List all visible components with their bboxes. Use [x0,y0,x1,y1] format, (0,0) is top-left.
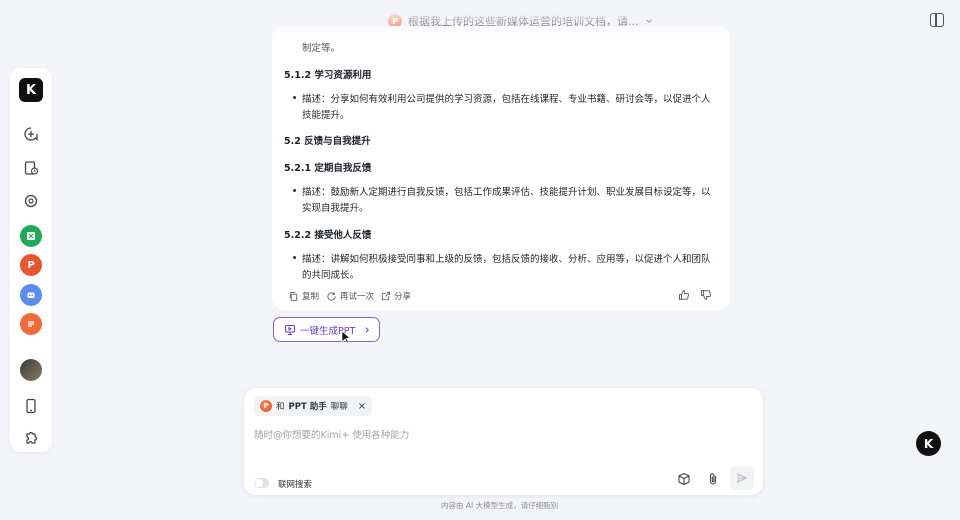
cube-icon[interactable] [675,470,693,488]
refresh-icon [327,291,336,301]
dislike-button[interactable] [700,289,712,301]
bullet-text: 描述：分享如何有效利用公司提供的学习资源，包括在线课程、专业书籍、研讨会等，以促… [293,91,711,105]
chip-suffix: 聊聊 [330,402,348,412]
notes-app-icon[interactable] [20,313,42,335]
side-panel-toggle-icon[interactable] [930,13,944,27]
share-label: 分享 [394,292,412,302]
chip-prefix: 和 [276,402,285,412]
chip-name: PPT 助手 [288,402,327,412]
chevron-down-icon [645,19,652,23]
presentation-icon [285,324,295,335]
sidebar: K P [10,68,52,452]
message-text-truncated: 制定等。 [302,43,341,54]
share-icon [381,291,391,300]
ppt-app-icon: P [260,400,272,412]
thumbs-up-icon [679,289,690,300]
retry-label: 再试一次 [340,292,375,302]
heading-5-2: 5.2 反馈与自我提升 [284,136,371,147]
kimi-floating-button[interactable]: K [916,431,941,456]
heading-5-2-1: 5.2.1 定期自我反馈 [284,163,372,174]
generate-ppt-button[interactable]: 一键生成PPT [273,317,380,342]
send-icon [736,473,748,483]
close-icon[interactable]: × [358,401,366,412]
assistant-message: 制定等。 5.1.2 学习资源利用 描述：分享如何有效利用公司提供的学习资源，包… [272,26,730,310]
send-button[interactable] [730,466,754,490]
bullet-text: 描述：鼓励新人定期进行自我反馈，包括工作成果评估、技能提升计划、职业发展目标设定… [293,184,711,198]
assistant-chip[interactable]: P 和 PPT 助手 聊聊 × [254,396,373,416]
kimi-logo[interactable]: K [19,78,43,102]
bullet-text-cont: 的共同成长。 [302,270,360,281]
ai-disclaimer: 内容由 AI 大模型生成，请仔细甄别 [441,501,559,510]
new-chat-icon[interactable] [20,123,42,145]
heading-5-1-2: 5.1.2 学习资源利用 [284,70,372,81]
ppt-app-icon[interactable]: P [20,254,42,276]
apps-icon[interactable] [20,190,42,212]
plugin-icon[interactable] [20,426,42,448]
web-search-label: 联网搜索 [278,480,313,490]
chat-input-box[interactable]: P 和 PPT 助手 聊聊 × 随时@你想要的Kimi+ 使用各种能力 联网搜索 [244,388,763,495]
copy-button[interactable]: 复制 [288,290,319,302]
mouse-cursor-icon [341,330,351,344]
bullet-text: 描述：讲解如何积极接受同事和上级的反馈，包括反馈的接收、分析、应用等，以促进个人… [293,251,711,265]
thumbs-down-icon [701,290,712,301]
user-avatar[interactable] [20,359,42,381]
web-search-toggle[interactable] [254,478,269,488]
attachment-icon[interactable] [704,470,722,488]
like-button[interactable] [678,289,690,301]
bot-app-icon[interactable] [20,284,42,306]
retry-button[interactable]: 再试一次 [326,290,374,302]
mobile-icon[interactable] [20,395,42,417]
chevron-right-icon [365,326,370,333]
bullet-text-cont: 技能提升。 [302,110,350,121]
copy-label: 复制 [302,292,320,302]
share-button[interactable]: 分享 [380,290,411,302]
chat-input-placeholder[interactable]: 随时@你想要的Kimi+ 使用各种能力 [254,427,409,441]
heading-5-2-2: 5.2.2 接受他人反馈 [284,230,372,241]
history-icon[interactable] [20,157,42,179]
bullet-text-cont: 实现自我提升。 [302,203,369,214]
excel-app-icon[interactable] [20,225,42,247]
copy-icon [289,291,298,301]
